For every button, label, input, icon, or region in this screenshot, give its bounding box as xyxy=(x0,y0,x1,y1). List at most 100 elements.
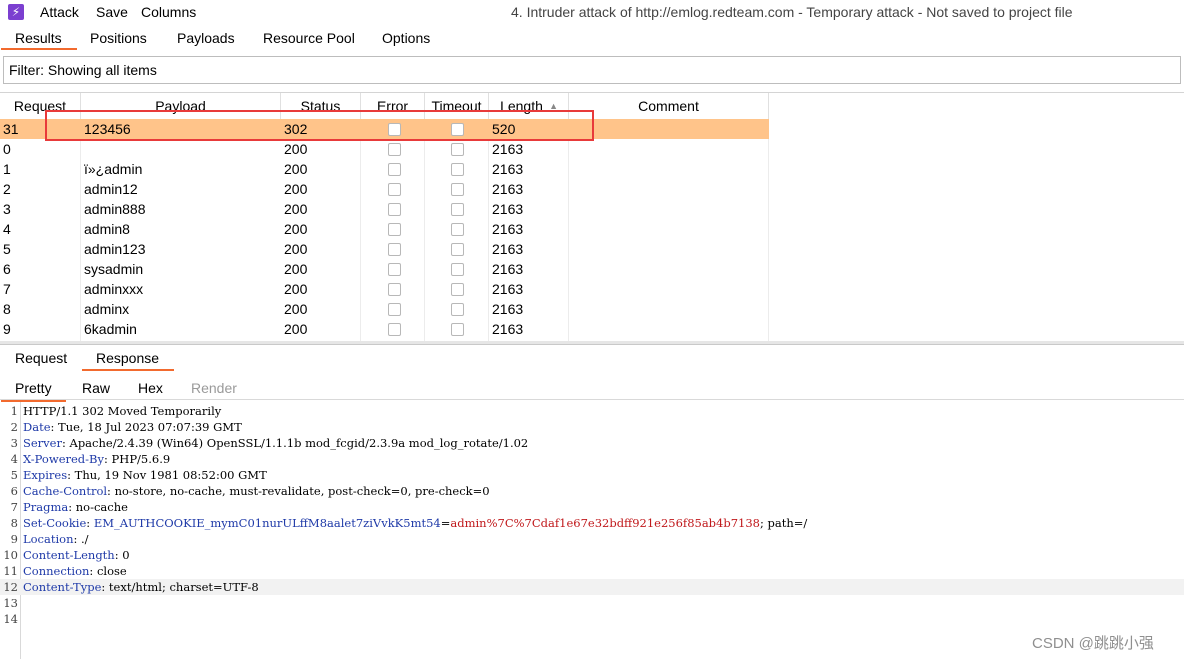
tab-request[interactable]: Request xyxy=(15,350,67,366)
table-row[interactable]: 5 admin123 200 2163 xyxy=(0,239,769,259)
cookie-name: EM_AUTHCOOKIE_mymC01nurULffM8aalet7ziVvk… xyxy=(90,516,441,530)
cookie-equals: = xyxy=(440,516,451,530)
cell-payload: admin888 xyxy=(84,201,146,217)
line-number: 5 xyxy=(10,468,18,482)
tab-raw[interactable]: Raw xyxy=(82,380,110,396)
filter-bar[interactable]: Filter: Showing all items xyxy=(3,56,1181,84)
code-line: 7 Pragma: no-cache xyxy=(0,499,1184,515)
error-checkbox xyxy=(388,143,401,156)
code-line: 10 Content-Length: 0 xyxy=(0,547,1184,563)
header-value: ; path=/ xyxy=(760,516,808,530)
table-row[interactable]: 6 sysadmin 200 2163 xyxy=(0,259,769,279)
line-number: 9 xyxy=(10,532,18,546)
line-number: 10 xyxy=(3,548,18,562)
code-line: 3 Server: Apache/2.4.39 (Win64) OpenSSL/1… xyxy=(0,435,1184,451)
header-value: Apache/2.4.39 (Win64) OpenSSL/1.1.1b mod… xyxy=(65,436,529,450)
attack-tabs: Results Positions Payloads Resource Pool… xyxy=(0,25,1184,50)
timeout-checkbox xyxy=(451,303,464,316)
col-comment[interactable]: Comment xyxy=(569,93,769,119)
line-number: 6 xyxy=(10,484,18,498)
header-name: X-Powered-By xyxy=(23,452,105,466)
header-value: close xyxy=(93,564,127,578)
cell-length: 2163 xyxy=(492,201,524,217)
error-checkbox xyxy=(388,263,401,276)
highlight-box xyxy=(45,110,594,141)
tab-options[interactable]: Options xyxy=(382,30,430,46)
cell-length: 2163 xyxy=(492,161,524,177)
line-number: 1 xyxy=(10,404,18,418)
header-name: Cache-Control xyxy=(23,484,108,498)
error-checkbox xyxy=(388,243,401,256)
cell-length: 2163 xyxy=(492,281,524,297)
error-checkbox xyxy=(388,283,401,296)
code-line: 5 Expires: Thu, 19 Nov 1981 08:52:00 GMT xyxy=(0,467,1184,483)
cell-request: 6 xyxy=(3,261,11,277)
cell-length: 2163 xyxy=(492,321,524,337)
header-value: Thu, 19 Nov 1981 08:52:00 GMT xyxy=(71,468,267,482)
timeout-checkbox xyxy=(451,323,464,336)
filter-label: Filter: Showing all items xyxy=(9,62,157,78)
response-editor[interactable]: 1 HTTP/1.1 302 Moved Temporarily 2 Date: Tu… xyxy=(0,402,1184,659)
code-line: 14 xyxy=(0,611,1184,627)
cell-length: 2163 xyxy=(492,261,524,277)
cell-request: 1 xyxy=(3,161,11,177)
table-row[interactable]: 3 admin888 200 2163 xyxy=(0,199,769,219)
cell-payload: sysadmin xyxy=(84,261,144,277)
header-name: Server xyxy=(23,436,62,450)
header-name: Location xyxy=(23,532,74,546)
tab-positions[interactable]: Positions xyxy=(90,30,147,46)
cell-request: 0 xyxy=(3,141,11,157)
table-row[interactable]: 2 admin12 200 2163 xyxy=(0,179,769,199)
cell-request: 8 xyxy=(3,301,11,317)
table-row[interactable]: 4 admin8 200 2163 xyxy=(0,219,769,239)
cell-request: 2 xyxy=(3,181,11,197)
tab-hex[interactable]: Hex xyxy=(138,380,163,396)
cell-length: 2163 xyxy=(492,301,524,317)
timeout-checkbox xyxy=(451,223,464,236)
code-line: 12 Content-Type: text/html; charset=UTF-8 xyxy=(0,579,1184,595)
cell-status: 200 xyxy=(284,141,308,157)
line-content: Date: Tue, 18 Jul 2023 07:07:39 GMT xyxy=(23,419,242,435)
header-name: Date xyxy=(23,420,51,434)
error-checkbox xyxy=(388,323,401,336)
code-line: 13 xyxy=(0,595,1184,611)
cell-status: 200 xyxy=(284,181,308,197)
timeout-checkbox xyxy=(451,163,464,176)
cell-length: 2163 xyxy=(492,181,524,197)
menubar: ⚡ Attack Save Columns 4. Intruder attack… xyxy=(0,0,1184,25)
tab-render[interactable]: Render xyxy=(191,380,237,396)
code-line: 2 Date: Tue, 18 Jul 2023 07:07:39 GMT xyxy=(0,419,1184,435)
tab-results[interactable]: Results xyxy=(1,30,77,50)
watermark: CSDN @跳跳小强 xyxy=(1032,635,1154,652)
error-checkbox xyxy=(388,223,401,236)
header-name: Pragma xyxy=(23,500,69,514)
line-number: 11 xyxy=(3,564,18,578)
line-content: Location: ./ xyxy=(23,531,89,547)
tab-response[interactable]: Response xyxy=(81,350,175,371)
tab-resource-pool[interactable]: Resource Pool xyxy=(263,30,355,46)
cell-payload: ï»¿admin xyxy=(84,161,143,177)
menu-attack[interactable]: Attack xyxy=(40,4,79,20)
tab-pretty[interactable]: Pretty xyxy=(1,380,66,402)
header-name: Content-Type xyxy=(23,580,102,594)
cell-payload: admin12 xyxy=(84,181,138,197)
table-row[interactable]: 9 6kadmin 200 2163 xyxy=(0,319,769,339)
timeout-checkbox xyxy=(451,263,464,276)
line-content: X-Powered-By: PHP/5.6.9 xyxy=(23,451,170,467)
cell-status: 200 xyxy=(284,241,308,257)
view-tabs: Pretty Raw Hex Render xyxy=(0,374,1184,402)
table-row[interactable]: 1 ï»¿admin 200 2163 xyxy=(0,159,769,179)
line-number: 2 xyxy=(10,420,18,434)
table-row[interactable]: 0 200 2163 xyxy=(0,139,769,159)
header-value: text/html; charset=UTF-8 xyxy=(105,580,259,594)
cell-status: 200 xyxy=(284,321,308,337)
table-row[interactable]: 8 adminx 200 2163 xyxy=(0,299,769,319)
menu-save[interactable]: Save xyxy=(96,4,128,20)
table-row[interactable]: 7 adminxxx 200 2163 xyxy=(0,279,769,299)
timeout-checkbox xyxy=(451,243,464,256)
tab-payloads[interactable]: Payloads xyxy=(177,30,235,46)
menu-columns[interactable]: Columns xyxy=(141,4,196,20)
header-value: 0 xyxy=(118,548,130,562)
line-number: 4 xyxy=(10,452,18,466)
cell-request: 9 xyxy=(3,321,11,337)
